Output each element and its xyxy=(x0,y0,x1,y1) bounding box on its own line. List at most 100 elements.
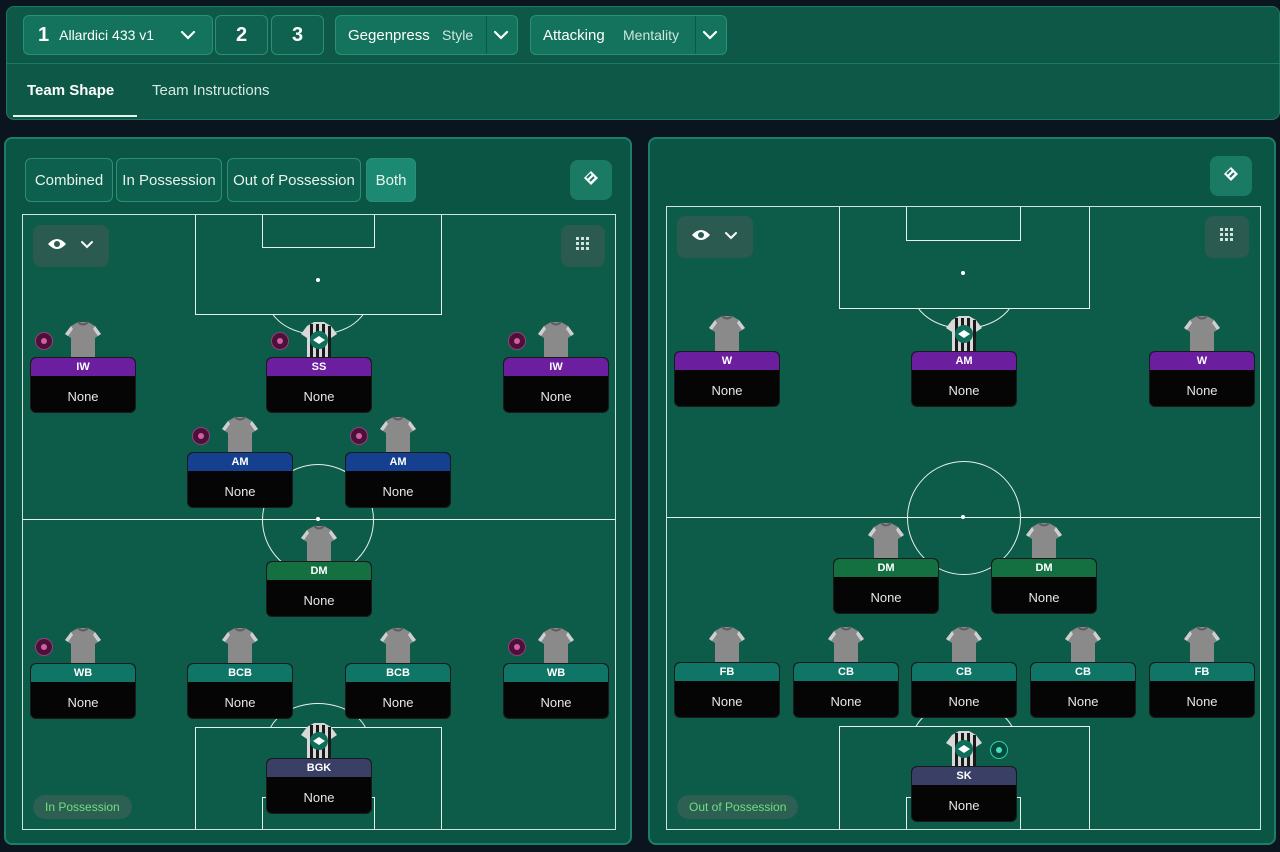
player-slot-bcb[interactable]: BCB None xyxy=(188,626,292,718)
player-name: None xyxy=(540,694,572,710)
shirt-icon xyxy=(378,626,418,664)
player-slot-sk[interactable]: SK None xyxy=(912,729,1016,821)
role-card: CB None xyxy=(794,663,898,717)
role-card: BCB None xyxy=(188,664,292,718)
role-card: WB None xyxy=(31,664,135,718)
chevron-down-icon xyxy=(79,236,95,257)
player-trait-badge-icon xyxy=(35,638,53,656)
tactic-slot-3-button[interactable]: 3 xyxy=(271,15,324,55)
pitch: In Possession IW None SS None IW None AM None AM… xyxy=(22,214,616,830)
role-label: FB xyxy=(675,663,779,681)
mentality-value: Attacking xyxy=(543,26,605,44)
chevron-down-icon xyxy=(178,25,198,49)
player-slot-wb[interactable]: WB None xyxy=(504,626,608,718)
player-slot-dm[interactable]: DM None xyxy=(992,521,1096,613)
filter-in-possession[interactable]: In Possession xyxy=(116,158,222,202)
shirt-icon xyxy=(536,320,576,358)
role-card: AM None xyxy=(188,453,292,507)
player-slot-w[interactable]: W None xyxy=(1150,314,1254,406)
penalty-spot xyxy=(961,271,965,275)
filter-combined[interactable]: Combined xyxy=(25,158,113,202)
role-card: IW None xyxy=(504,358,608,412)
player-slot-bgk[interactable]: BGK None xyxy=(267,721,371,813)
tactics-board-button[interactable] xyxy=(1210,156,1252,196)
role-label: CB xyxy=(912,663,1016,681)
grid-toggle[interactable] xyxy=(1205,216,1249,258)
tab-team-instructions[interactable]: Team Instructions xyxy=(152,82,270,99)
tactic-slot-number: 1 xyxy=(38,23,50,46)
player-slot-w[interactable]: W None xyxy=(675,314,779,406)
shirt-icon xyxy=(536,626,576,664)
chevron-down-icon xyxy=(723,227,739,248)
visibility-toggle[interactable] xyxy=(677,216,753,258)
player-slot-bcb[interactable]: BCB None xyxy=(346,626,450,718)
player-name: None xyxy=(711,382,743,398)
left-shape-panel: Combined In Possession Out of Possession… xyxy=(4,137,632,845)
shirt-icon xyxy=(220,626,260,664)
player-slot-iw[interactable]: IW None xyxy=(504,320,608,412)
visibility-toggle[interactable] xyxy=(33,225,109,267)
chevron-down-icon xyxy=(700,25,720,49)
role-card: W None xyxy=(675,352,779,406)
shirt-icon xyxy=(707,314,747,352)
player-name: None xyxy=(303,789,335,805)
grid-toggle[interactable] xyxy=(561,225,605,267)
player-slot-cb[interactable]: CB None xyxy=(912,625,1016,717)
player-name: None xyxy=(382,694,414,710)
grid-icon xyxy=(575,236,591,257)
six-yard-box-top xyxy=(262,215,375,248)
player-slot-cb[interactable]: CB None xyxy=(1031,625,1135,717)
player-trait-badge-icon xyxy=(990,741,1008,759)
eye-icon xyxy=(47,237,67,256)
player-trait-badge-icon xyxy=(271,332,289,350)
tactic-name: Allardici 433 v1 xyxy=(59,27,155,43)
player-slot-am[interactable]: AM None xyxy=(912,314,1016,406)
role-card: FB None xyxy=(675,663,779,717)
role-card: BGK None xyxy=(267,759,371,813)
role-card: WB None xyxy=(504,664,608,718)
tab-team-shape[interactable]: Team Shape xyxy=(27,82,114,99)
role-card: AM None xyxy=(912,352,1016,406)
style-selector[interactable]: Gegenpress Style xyxy=(335,15,518,55)
role-label: AM xyxy=(188,453,292,471)
player-trait-badge-icon xyxy=(192,427,210,445)
chevron-down-icon xyxy=(491,25,511,49)
player-slot-iw[interactable]: IW None xyxy=(31,320,135,412)
role-card: AM None xyxy=(346,453,450,507)
player-trait-badge-icon xyxy=(350,427,368,445)
striped-kit-icon xyxy=(299,320,339,358)
style-value: Gegenpress xyxy=(348,26,430,44)
player-slot-am[interactable]: AM None xyxy=(346,415,450,507)
tactics-header: 1 Allardici 433 v1 2 3 Gegenpress Style … xyxy=(6,6,1280,120)
player-slot-cb[interactable]: CB None xyxy=(794,625,898,717)
style-label: Style xyxy=(442,27,474,43)
filter-out-of-possession[interactable]: Out of Possession xyxy=(227,158,361,202)
player-slot-wb[interactable]: WB None xyxy=(31,626,135,718)
player-slot-ss[interactable]: SS None xyxy=(267,320,371,412)
tab-bar: Team Shape Team Instructions xyxy=(7,63,1279,121)
filter-both[interactable]: Both xyxy=(366,158,416,202)
shirt-icon xyxy=(378,415,418,453)
penalty-spot xyxy=(316,278,320,282)
role-label: DM xyxy=(267,562,371,580)
tactic-slot-selector[interactable]: 1 Allardici 433 v1 xyxy=(23,15,213,55)
tactics-board-button[interactable] xyxy=(570,160,612,200)
role-card: CB None xyxy=(912,663,1016,717)
player-slot-am[interactable]: AM None xyxy=(188,415,292,507)
player-name: None xyxy=(303,592,335,608)
player-trait-badge-icon xyxy=(508,332,526,350)
player-slot-fb[interactable]: FB None xyxy=(675,625,779,717)
striped-kit-icon xyxy=(944,729,984,767)
player-name: None xyxy=(224,694,256,710)
player-slot-dm[interactable]: DM None xyxy=(267,524,371,616)
role-label: BGK xyxy=(267,759,371,777)
player-trait-badge-icon xyxy=(508,638,526,656)
tactic-slot-2-button[interactable]: 2 xyxy=(215,15,268,55)
striped-kit-icon xyxy=(299,721,339,759)
player-slot-fb[interactable]: FB None xyxy=(1150,625,1254,717)
player-slot-dm[interactable]: DM None xyxy=(834,521,938,613)
centre-spot xyxy=(961,515,965,519)
role-label: FB xyxy=(1150,663,1254,681)
role-label: W xyxy=(675,352,779,370)
mentality-selector[interactable]: Attacking Mentality xyxy=(530,15,727,55)
